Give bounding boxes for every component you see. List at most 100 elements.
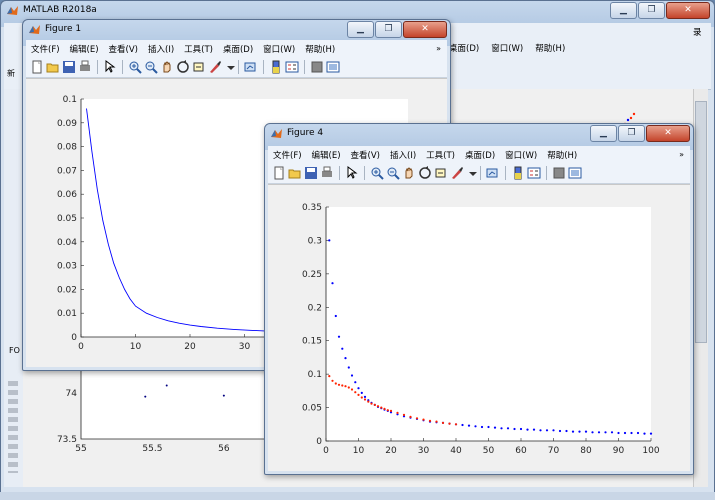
pointer-icon[interactable] (345, 166, 359, 180)
figure4-point-series-0[interactable] (337, 335, 341, 338)
figure4-point-series-1[interactable] (454, 423, 458, 426)
figure1-menu-item[interactable]: 编辑(E) (65, 43, 104, 55)
hide-tools-icon[interactable] (310, 60, 324, 74)
figure4-point-series-0[interactable] (532, 428, 536, 431)
figure1-menu-item[interactable]: 工具(T) (179, 43, 218, 55)
figure4-point-series-1[interactable] (386, 409, 389, 412)
figure4-point-series-0[interactable] (347, 366, 350, 369)
figure4-point-series-1[interactable] (409, 415, 412, 418)
figure4-point-series-0[interactable] (545, 429, 549, 432)
figure4-point-series-1[interactable] (347, 386, 350, 389)
figure4-point-series-0[interactable] (610, 431, 614, 434)
show-tools-icon[interactable] (326, 60, 340, 74)
link-plot-icon[interactable] (486, 166, 500, 180)
zoom-in-icon[interactable] (370, 166, 384, 180)
zoom-in-icon[interactable] (128, 60, 142, 74)
figure4-point-series-0[interactable] (623, 431, 627, 435)
figure4-close-button[interactable]: ✕ (646, 125, 690, 142)
figure4-point-series-0[interactable] (571, 430, 575, 433)
figure1-menu-item[interactable]: 窗口(W) (258, 43, 300, 55)
figure1-restore-button[interactable]: ❐ (375, 21, 402, 38)
figure4-point-series-0[interactable] (334, 314, 337, 318)
figure4-menu-item[interactable]: 桌面(D) (460, 149, 500, 161)
minimize-button[interactable]: ▁ (610, 2, 637, 19)
main-menu-help[interactable]: 帮助(H) (535, 42, 565, 54)
figure4-point-series-1[interactable] (334, 382, 337, 385)
figure1-menu-item[interactable]: 插入(I) (143, 43, 179, 55)
figure4-point-series-1[interactable] (354, 391, 357, 394)
dropdown-arrow-icon[interactable] (466, 166, 477, 180)
figure4-point-series-0[interactable] (467, 424, 471, 427)
dropdown-arrow-icon[interactable] (224, 60, 235, 74)
figure4-point-series-0[interactable] (649, 432, 653, 435)
figure1-minimize-button[interactable]: ▁ (347, 21, 374, 38)
link-plot-icon[interactable] (244, 60, 258, 74)
pointer-icon[interactable] (103, 60, 117, 74)
pan-icon[interactable] (402, 166, 416, 180)
figure4-menu-item[interactable]: 窗口(W) (500, 149, 542, 161)
figure4-menu-item[interactable]: 帮助(H) (542, 149, 582, 161)
show-tools-icon[interactable] (568, 166, 582, 180)
figure4-point-series-0[interactable] (493, 426, 497, 429)
zoom-out-icon[interactable] (386, 166, 400, 180)
figure4-point-series-0[interactable] (506, 427, 510, 430)
new-icon[interactable] (272, 166, 286, 180)
figure4-point-series-1[interactable] (396, 411, 399, 414)
figure4-point-series-1[interactable] (402, 413, 406, 416)
figure4-point-series-1[interactable] (435, 420, 438, 423)
figure4-point-series-1[interactable] (357, 393, 360, 396)
figure4-point-series-0[interactable] (597, 431, 601, 434)
figure4-point-series-0[interactable] (578, 430, 581, 433)
figure4-menu-overflow-icon[interactable]: » (679, 150, 684, 159)
figure1-menu-item[interactable]: 帮助(H) (300, 43, 340, 55)
figure4-point-series-0[interactable] (480, 425, 484, 429)
figure1-titlebar[interactable]: Figure 1 ▁ ❐ ✕ (23, 20, 450, 42)
brush-icon[interactable] (450, 166, 464, 180)
pan-icon[interactable] (160, 60, 174, 74)
figure4-point-series-1[interactable] (373, 403, 376, 406)
figure4-point-series-1[interactable] (448, 422, 451, 425)
figure4-point-series-0[interactable] (474, 425, 477, 428)
figure4-menu-item[interactable]: 查看(V) (346, 149, 385, 161)
figure4-point-series-0[interactable] (591, 431, 594, 434)
figure4-point-series-1[interactable] (341, 384, 344, 387)
main-menu-window[interactable]: 窗口(W) (491, 42, 523, 54)
figure4-point-series-1[interactable] (383, 407, 386, 410)
figure4-point-series-0[interactable] (357, 387, 360, 390)
new-icon[interactable] (30, 60, 44, 74)
main-menu-desktop[interactable]: 桌面(D) (449, 42, 479, 54)
save-icon[interactable] (62, 60, 76, 74)
figure4-point-series-0[interactable] (604, 431, 607, 434)
figure4-menu-item[interactable]: 文件(F) (268, 149, 307, 161)
figure4-point-series-1[interactable] (344, 385, 347, 388)
figure4-point-series-0[interactable] (341, 347, 344, 350)
figure4-point-series-1[interactable] (389, 409, 393, 412)
figure4-menu-item[interactable]: 插入(I) (385, 149, 421, 161)
figure4-point-series-0[interactable] (519, 427, 523, 431)
figure1-menu-item[interactable]: 查看(V) (104, 43, 143, 55)
figure4-point-series-1[interactable] (360, 396, 363, 399)
figure4-point-series-0[interactable] (552, 429, 555, 432)
close-button[interactable]: ✕ (666, 2, 710, 19)
figure4-point-series-1[interactable] (441, 421, 445, 424)
figure4-menu-item[interactable]: 编辑(E) (307, 149, 346, 161)
figure4-point-series-1[interactable] (350, 388, 354, 391)
print-icon[interactable] (78, 60, 92, 74)
figure4-point-series-0[interactable] (539, 429, 542, 432)
figure1-menu-overflow-icon[interactable]: » (436, 44, 441, 53)
restore-button[interactable]: ❐ (638, 2, 665, 19)
figure4-point-series-0[interactable] (350, 374, 354, 377)
colorbar-icon[interactable] (511, 166, 525, 180)
data-cursor-icon[interactable] (434, 166, 448, 180)
figure4-point-series-1[interactable] (363, 398, 367, 401)
figure4-point-series-1[interactable] (370, 402, 373, 405)
figure4-point-series-1[interactable] (367, 400, 370, 403)
figure4-point-series-0[interactable] (643, 432, 646, 435)
open-icon[interactable] (288, 166, 302, 180)
figure4-point-series-0[interactable] (328, 239, 331, 242)
rotate-icon[interactable] (176, 60, 190, 74)
figure1-close-button[interactable]: ✕ (403, 21, 447, 38)
figure4-point-series-1[interactable] (422, 418, 425, 421)
figure4-point-series-1[interactable] (337, 383, 341, 386)
colorbar-icon[interactable] (269, 60, 283, 74)
